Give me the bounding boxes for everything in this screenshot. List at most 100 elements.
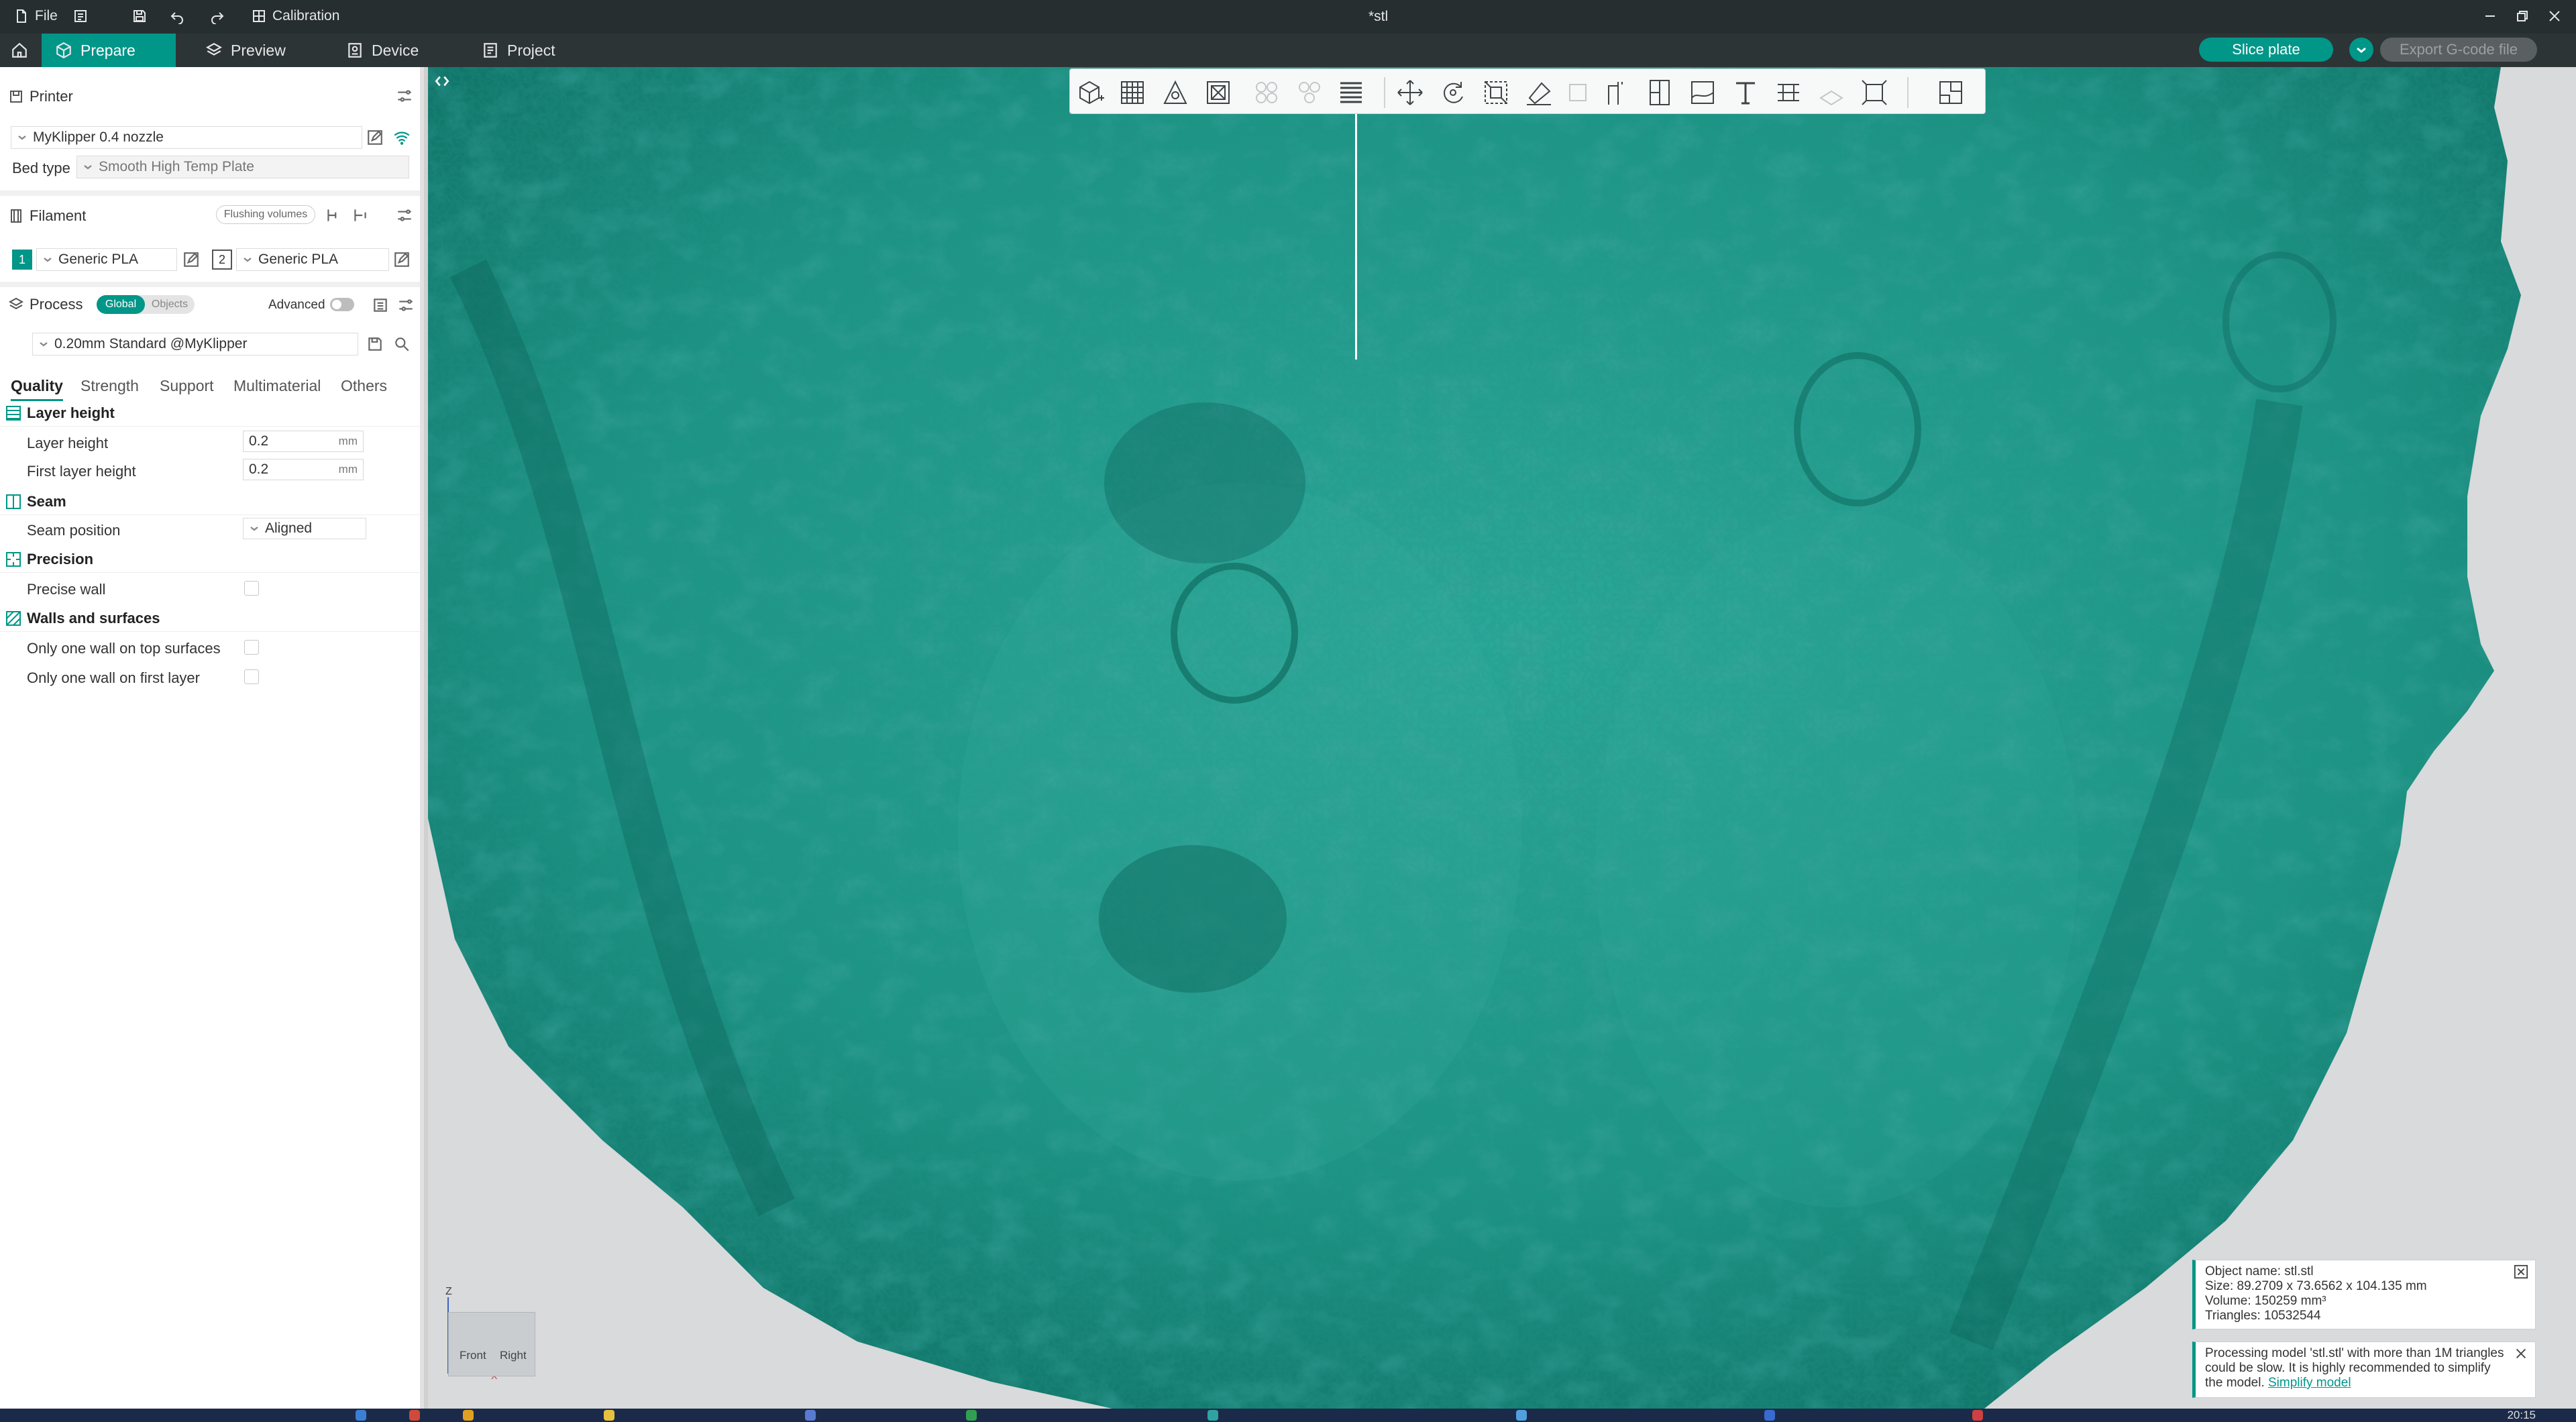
- taskbar-app-icon[interactable]: [966, 1410, 977, 1421]
- layer-height-group-title: Layer height: [27, 404, 115, 421]
- search-icon: [395, 337, 409, 351]
- split-parts-button[interactable]: [1294, 77, 1325, 108]
- taskbar-app-icon[interactable]: [1764, 1410, 1775, 1421]
- process-compare-button[interactable]: [370, 295, 390, 315]
- taskbar-app-icon[interactable]: [1208, 1410, 1218, 1421]
- auto-orient-button[interactable]: [1160, 77, 1191, 108]
- process-settings-button[interactable]: [396, 295, 416, 315]
- warning-text-line1: Processing model 'stl.stl' with more tha…: [2205, 1346, 2504, 1360]
- measure-tool-button[interactable]: [1773, 77, 1804, 108]
- 3d-viewport[interactable]: Z X Front Right Object name: stl.stl Siz…: [428, 67, 2576, 1409]
- filament-section-title: Filament: [30, 207, 87, 224]
- rotate-tool-button[interactable]: [1438, 77, 1468, 108]
- tab-others[interactable]: Others: [341, 377, 387, 395]
- support-paint-button[interactable]: [1644, 77, 1675, 108]
- filament-slot-2-name: Generic PLA: [258, 252, 339, 267]
- assembly-button[interactable]: [1816, 77, 1847, 108]
- tab-prepare[interactable]: Prepare: [42, 34, 176, 67]
- printer-settings-button[interactable]: [394, 86, 415, 106]
- filament-slot-2-select[interactable]: Generic PLA: [236, 248, 389, 271]
- add-filament-button[interactable]: [323, 205, 343, 225]
- taskbar-app-icon[interactable]: [805, 1410, 816, 1421]
- objects-toggle[interactable]: Objects: [145, 295, 195, 314]
- seam-paint-button[interactable]: [1687, 77, 1718, 108]
- add-object-button[interactable]: [1075, 77, 1106, 108]
- settings-tabs: Quality Strength Support Multimaterial O…: [0, 370, 420, 401]
- taskbar-app-icon[interactable]: [409, 1410, 420, 1421]
- move-tool-button[interactable]: [1395, 77, 1426, 108]
- one-wall-top-label: Only one wall on top surfaces: [27, 640, 221, 657]
- save-button[interactable]: [131, 8, 148, 24]
- minimize-button[interactable]: [2482, 8, 2498, 24]
- close-warning-button[interactable]: [2514, 1346, 2530, 1362]
- taskbar-app-icon[interactable]: [463, 1410, 474, 1421]
- calibration-icon: [253, 10, 265, 22]
- taskbar-app-icon[interactable]: [1516, 1410, 1527, 1421]
- lay-on-face-button[interactable]: [1523, 77, 1554, 108]
- menu-icon-button[interactable]: [72, 8, 89, 24]
- edit-printer-button[interactable]: [365, 127, 385, 148]
- one-wall-first-checkbox[interactable]: [244, 669, 259, 684]
- precise-wall-checkbox[interactable]: [244, 581, 259, 596]
- printer-connection-button[interactable]: [392, 127, 412, 148]
- tab-strength[interactable]: Strength: [80, 377, 139, 395]
- edit-filament-1-button[interactable]: [181, 250, 201, 270]
- cut-tool-button[interactable]: [1601, 77, 1632, 108]
- home-button[interactable]: [0, 34, 39, 67]
- global-objects-switch[interactable]: Global Objects: [97, 295, 195, 314]
- tab-project[interactable]: Project: [468, 34, 569, 67]
- remove-filament-button[interactable]: [350, 205, 370, 225]
- tab-support[interactable]: Support: [160, 377, 214, 395]
- split-objects-button[interactable]: [1251, 77, 1282, 108]
- filament-slot-2-badge[interactable]: 2: [212, 250, 232, 270]
- flushing-volumes-button[interactable]: Flushing volumes: [216, 205, 315, 224]
- variable-layer-height-button[interactable]: [1336, 77, 1366, 108]
- edit-filament-2-button[interactable]: [392, 250, 412, 270]
- slice-plate-button[interactable]: Slice plate: [2199, 38, 2333, 62]
- chevron-down-icon: [84, 165, 92, 170]
- export-gcode-button[interactable]: Export G-code file: [2380, 38, 2537, 62]
- add-plate-button[interactable]: [1117, 77, 1148, 108]
- taskbar-app-icon[interactable]: [1972, 1410, 1983, 1421]
- export-dropdown-button[interactable]: [2349, 38, 2373, 62]
- undo-icon: [170, 12, 183, 24]
- view-cube[interactable]: Front Right: [448, 1312, 535, 1376]
- layer-height-input[interactable]: 0.2 mm: [243, 431, 364, 452]
- printer-name: MyKlipper 0.4 nozzle: [33, 129, 164, 145]
- filament-slot-1-badge[interactable]: 1: [12, 250, 32, 270]
- printer-select[interactable]: MyKlipper 0.4 nozzle: [11, 126, 362, 149]
- arrange-button[interactable]: [1203, 77, 1234, 108]
- first-layer-height-input[interactable]: 0.2 mm: [243, 459, 364, 480]
- undo-button[interactable]: [169, 8, 185, 24]
- cut-disabled-button[interactable]: [1562, 77, 1593, 108]
- advanced-toggle[interactable]: [330, 298, 354, 311]
- calibration-menu[interactable]: Calibration: [251, 8, 339, 24]
- global-toggle[interactable]: Global: [97, 295, 145, 314]
- bed-type-select[interactable]: Smooth High Temp Plate: [76, 156, 409, 178]
- assemble-view-button[interactable]: [1935, 77, 1966, 108]
- tab-device[interactable]: Device: [333, 34, 432, 67]
- tab-multimaterial[interactable]: Multimaterial: [233, 377, 321, 395]
- taskbar-app-icon[interactable]: [356, 1410, 366, 1421]
- taskbar-app-icon[interactable]: [604, 1410, 614, 1421]
- save-profile-button[interactable]: [365, 334, 385, 354]
- filament-slot-1-select[interactable]: Generic PLA: [36, 248, 177, 271]
- file-menu[interactable]: File: [13, 8, 58, 24]
- process-profile-select[interactable]: 0.20mm Standard @MyKlipper: [32, 333, 358, 356]
- restore-button[interactable]: [2514, 8, 2530, 24]
- split-objects-icon: [1256, 82, 1277, 103]
- redo-button[interactable]: [209, 8, 225, 24]
- filament-settings-button[interactable]: [394, 205, 415, 225]
- text-tool-button[interactable]: [1730, 77, 1761, 108]
- one-wall-top-checkbox[interactable]: [244, 640, 259, 655]
- search-settings-button[interactable]: [392, 334, 412, 354]
- simplify-model-link[interactable]: Simplify model: [2268, 1376, 2351, 1390]
- tab-preview[interactable]: Preview: [192, 34, 299, 67]
- close-object-info-button[interactable]: [2514, 1264, 2530, 1280]
- collapse-sidebar-button[interactable]: [431, 70, 453, 93]
- tab-quality[interactable]: Quality: [11, 377, 63, 401]
- seam-position-select[interactable]: Aligned: [243, 518, 366, 539]
- simplify-tool-button[interactable]: [1859, 77, 1890, 108]
- close-window-button[interactable]: [2546, 8, 2563, 24]
- scale-tool-button[interactable]: [1481, 77, 1511, 108]
